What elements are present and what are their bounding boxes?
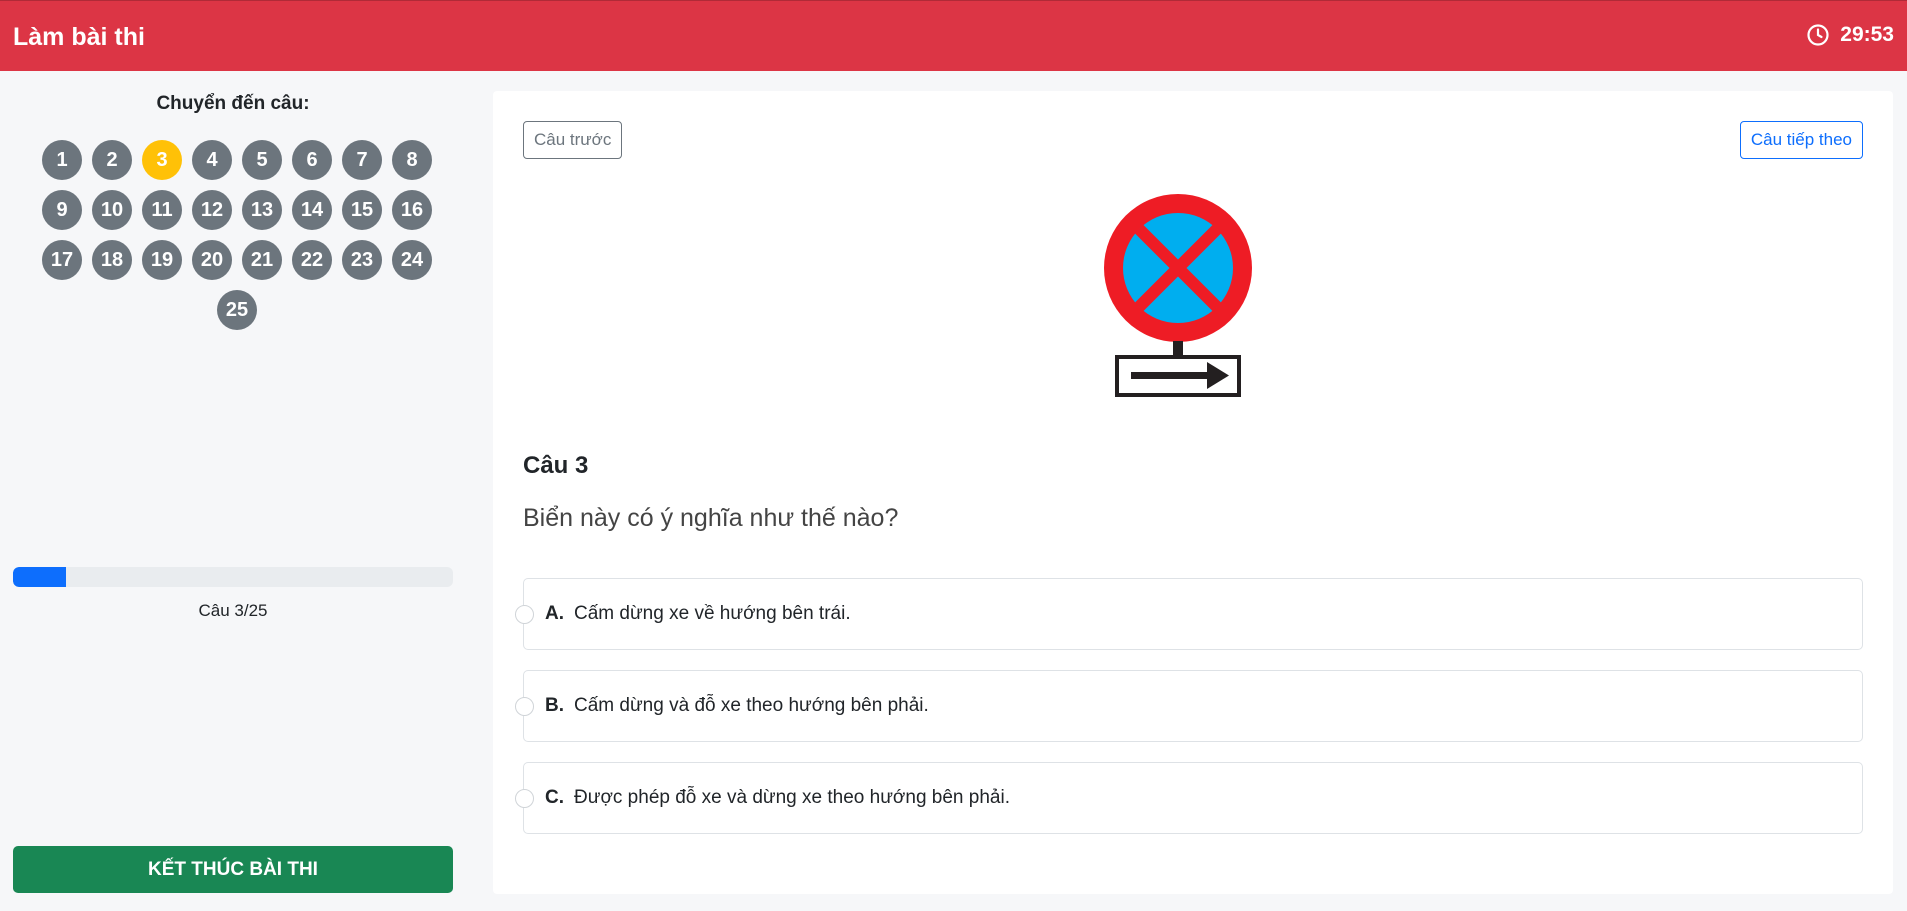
answer-option-c[interactable]: C. Được phép đỗ xe và dừng xe theo hướng…	[515, 762, 1863, 834]
question-nav-14[interactable]: 14	[292, 190, 332, 230]
radio-button[interactable]	[515, 697, 534, 716]
jump-to-label: Chuyển đến câu:	[156, 93, 310, 114]
question-nav-8[interactable]: 8	[392, 140, 432, 180]
question-nav-6[interactable]: 6	[292, 140, 332, 180]
question-nav-10[interactable]: 10	[92, 190, 132, 230]
question-nav-15[interactable]: 15	[342, 190, 382, 230]
progress-bar-fill	[13, 567, 66, 587]
question-nav-20[interactable]: 20	[192, 240, 232, 280]
radio-button[interactable]	[515, 605, 534, 624]
timer: 29:53	[1806, 23, 1894, 47]
answer-option-a[interactable]: A. Cấm dừng xe về hướng bên trái.	[515, 578, 1863, 650]
question-title: Câu 3	[523, 452, 589, 479]
next-question-button[interactable]: Câu tiếp theo	[1739, 121, 1863, 159]
progress-bar	[13, 567, 453, 587]
top-bar: Làm bài thi 29:53	[0, 0, 1907, 71]
question-nav-21[interactable]: 21	[242, 240, 282, 280]
question-text: Biển này có ý nghĩa như thế nào?	[523, 504, 899, 532]
question-nav-9[interactable]: 9	[42, 190, 82, 230]
previous-question-button[interactable]: Câu trước	[523, 121, 623, 159]
question-nav-3[interactable]: 3	[142, 140, 182, 180]
question-nav-13[interactable]: 13	[242, 190, 282, 230]
progress-text: Câu 3/25	[198, 601, 268, 620]
option-letter: C.	[545, 787, 564, 808]
clock-icon	[1807, 24, 1829, 46]
question-navigator: 1 2 3 4 5 6 7 8 9 10 11 12 13 14 15 16 17 18 19 20 21 22 23 24 2…	[37, 140, 437, 330]
question-nav-16[interactable]: 16	[392, 190, 432, 230]
question-nav-7[interactable]: 7	[342, 140, 382, 180]
option-text: Cấm dừng và đỗ xe theo hướng bên phải.	[574, 695, 929, 716]
option-text: Cấm dừng xe về hướng bên trái.	[574, 603, 851, 624]
question-nav-5[interactable]: 5	[242, 140, 282, 180]
question-nav-11[interactable]: 11	[142, 190, 182, 230]
option-letter: A.	[545, 603, 564, 624]
question-nav-25[interactable]: 25	[217, 290, 257, 330]
option-text: Được phép đỗ xe và dừng xe theo hướng bê…	[574, 787, 1010, 808]
question-nav-22[interactable]: 22	[292, 240, 332, 280]
question-nav-24[interactable]: 24	[392, 240, 432, 280]
question-nav-12[interactable]: 12	[192, 190, 232, 230]
question-nav-1[interactable]: 1	[42, 140, 82, 180]
question-nav-17[interactable]: 17	[42, 240, 82, 280]
question-card: Câu trước Câu tiếp theo Câu 3 Biển này c…	[493, 91, 1893, 894]
question-nav-23[interactable]: 23	[342, 240, 382, 280]
question-nav-4[interactable]: 4	[192, 140, 232, 180]
question-nav-2[interactable]: 2	[92, 140, 132, 180]
page-title: Làm bài thi	[13, 23, 145, 51]
answer-option-b[interactable]: B. Cấm dừng và đỗ xe theo hướng bên phải…	[515, 670, 1863, 742]
question-nav-18[interactable]: 18	[92, 240, 132, 280]
radio-button[interactable]	[515, 789, 534, 808]
finish-exam-button[interactable]: KẾT THÚC BÀI THI	[13, 846, 453, 893]
traffic-sign-image	[1104, 194, 1252, 397]
sidebar: Chuyển đến câu: 1 2 3 4 5 6 7 8 9 10 11 12 13 14 15 16 1…	[0, 71, 466, 911]
timer-value: 29:53	[1840, 23, 1894, 46]
option-letter: B.	[545, 695, 564, 716]
question-nav-19[interactable]: 19	[142, 240, 182, 280]
